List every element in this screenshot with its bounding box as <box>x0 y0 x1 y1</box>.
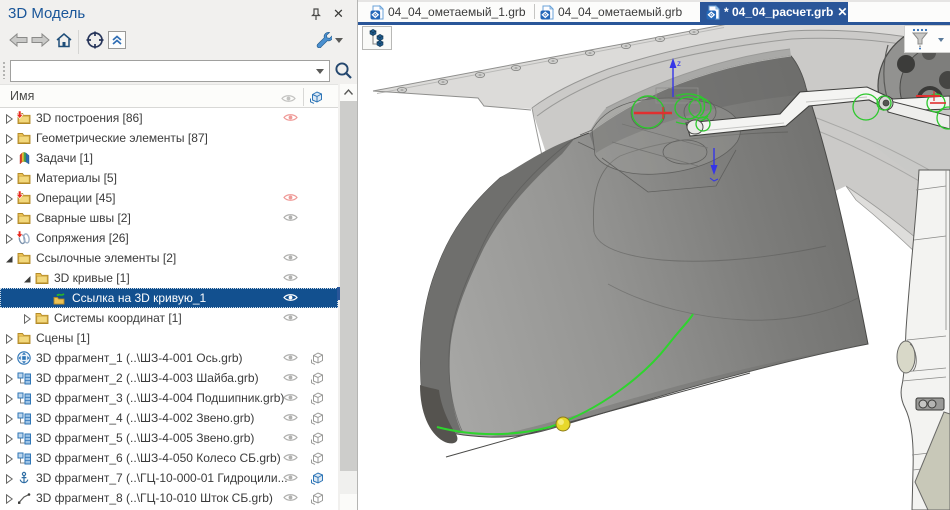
svg-text:z: z <box>677 59 681 68</box>
